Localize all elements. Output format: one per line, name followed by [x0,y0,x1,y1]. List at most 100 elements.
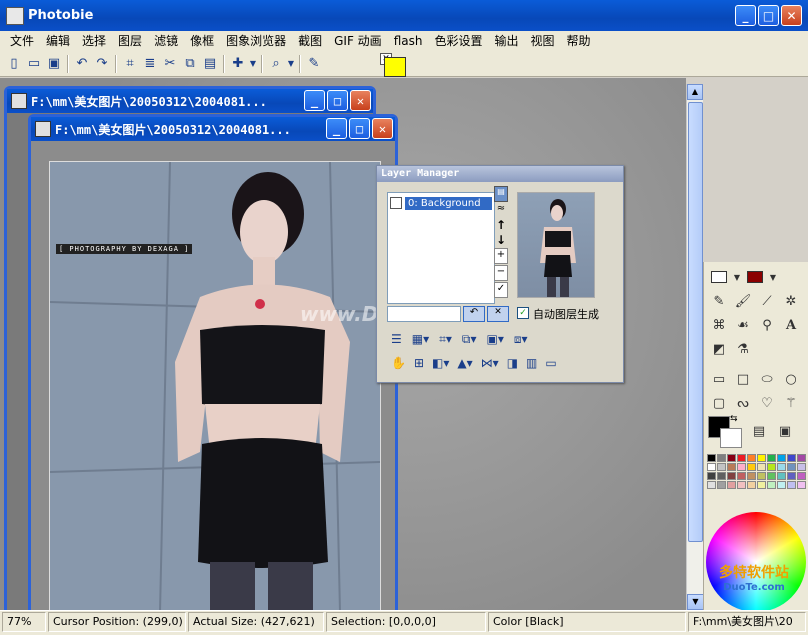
layer-image-icon[interactable]: ▤ [494,186,508,202]
hand-icon[interactable]: ✋ [391,356,406,370]
palette-swatch[interactable] [737,472,746,480]
palette-swatch[interactable] [797,454,806,462]
auto-layer-checkbox[interactable]: ✓ [517,307,529,319]
palette-swatch[interactable] [727,463,736,471]
palette-swatch[interactable] [777,472,786,480]
palette-swatch[interactable] [717,481,726,489]
scroll-down-button[interactable]: ▼ [687,594,704,610]
palette-swatch[interactable] [707,454,716,462]
group-icon[interactable]: ⧈▾ [514,332,528,347]
export-icon[interactable]: ▥ [526,356,537,370]
close-button[interactable]: ✕ [781,5,802,26]
layer-list[interactable]: 0: Background [387,192,495,304]
color-layer-icon[interactable]: ◧▾ [432,356,449,370]
ellipse-select-icon[interactable]: ⬭ [756,368,778,390]
menu-item[interactable]: 图层 [112,31,148,51]
primary-swatch[interactable] [744,266,766,288]
gradient-icon[interactable]: ◩ [708,338,730,360]
flip-icon[interactable]: ⋈▾ [481,356,499,370]
doc-minimize-button[interactable]: _ [326,118,347,139]
menu-item[interactable]: 视图 [525,31,561,51]
square-select-icon[interactable]: □ [732,368,754,390]
paste-icon[interactable]: ▤ [200,54,220,74]
shape-icon[interactable]: ▲▾ [457,356,472,370]
pipette-icon[interactable]: ⟋ [756,290,778,312]
smudge-icon[interactable]: ☙ [732,314,754,336]
palette-swatch[interactable] [717,454,726,462]
palette-swatch[interactable] [757,481,766,489]
doc-maximize-button[interactable]: □ [349,118,370,139]
image-canvas[interactable]: [ PHOTOGRAPHY BY DEXAGA ] www.DuoTe.com [49,161,381,613]
menu-item[interactable]: 像框 [184,31,220,51]
maximize-button[interactable]: □ [758,5,779,26]
opacity-field[interactable] [387,306,461,322]
palette-swatch[interactable] [727,472,736,480]
menu-item[interactable]: 输出 [488,31,524,51]
palette-swatch[interactable] [757,472,766,480]
cut-icon[interactable]: ✂ [160,54,180,74]
edit-icon[interactable]: ✎ [304,54,324,74]
pencil-icon[interactable]: ✎ [708,290,730,312]
palette-swatch[interactable] [747,472,756,480]
layer-blend-icon[interactable]: ≈ [494,203,508,217]
channel-icon[interactable]: ▦▾ [412,332,429,347]
palette-swatch[interactable] [767,463,776,471]
palette-swatch[interactable] [727,481,736,489]
new-icon[interactable]: ▯ [4,54,24,74]
open-icon[interactable]: ▭ [24,54,44,74]
redo-icon[interactable]: ↷ [92,54,112,74]
palette-open-icon[interactable]: ▤ [748,420,770,442]
merge-down-icon[interactable]: ◨ [507,356,518,370]
palette-swatch[interactable] [707,463,716,471]
layer-apply-icon[interactable]: ✓ [494,282,508,298]
dropdown-arrow-icon[interactable]: ▼ [286,54,296,74]
stamp-icon[interactable]: ⌘ [708,314,730,336]
palette-swatch[interactable] [787,454,796,462]
add-icon[interactable]: ✚ [228,54,248,74]
palette-swatch[interactable] [777,481,786,489]
save-icon[interactable]: ▣ [44,54,64,74]
layer-merge-button[interactable]: ✕ [487,306,509,322]
palette-swatch[interactable] [717,472,726,480]
layer-item[interactable]: 0: Background [390,195,492,211]
background-color[interactable] [720,428,742,448]
palette-swatch[interactable] [737,481,746,489]
palette-swatch[interactable] [747,463,756,471]
menu-item[interactable]: 帮助 [561,31,597,51]
menu-item[interactable]: 色彩设置 [428,31,488,51]
layer-mode-button[interactable]: ↶ [463,306,485,322]
palette-swatch[interactable] [737,454,746,462]
menu-item[interactable]: 编辑 [40,31,76,51]
dropdown-arrow-icon[interactable]: ▼ [768,266,778,288]
palette-swatch[interactable] [777,463,786,471]
doc-close-button[interactable]: ✕ [372,118,393,139]
document-titlebar[interactable]: F:\mm\美女图片\20050312\2004081... _ □ ✕ [7,89,373,113]
palette-swatch[interactable] [787,481,796,489]
brush-icon[interactable]: 🖌 [732,290,754,312]
doc-close-button[interactable]: ✕ [350,90,371,111]
layer-props-icon[interactable]: ▣▾ [487,332,504,347]
palette-swatch[interactable] [797,463,806,471]
zoom-icon[interactable]: ⌕ [266,54,286,74]
layer-visibility-checkbox[interactable] [390,197,402,209]
palette-swatch[interactable] [767,454,776,462]
doc-minimize-button[interactable]: _ [304,90,325,111]
circle-select-icon[interactable]: ○ [780,368,802,390]
scroll-thumb[interactable] [688,102,703,542]
text-tool-icon[interactable]: A [780,314,802,336]
palette-swatch[interactable] [797,472,806,480]
heart-icon[interactable]: ♡ [756,392,778,414]
background-swatch[interactable] [708,266,730,288]
palette-swatch[interactable] [707,481,716,489]
color-palette[interactable] [707,454,807,489]
menu-item[interactable]: 图象浏览器 [220,31,292,51]
layer-manager-panel[interactable]: Layer Manager 0: Background ▤ ≈ ↑ ↓ + − … [376,165,624,383]
palette-swatch[interactable] [727,454,736,462]
rect-select-icon[interactable]: ▭ [708,368,730,390]
dropdown-arrow-icon[interactable]: ▼ [248,54,258,74]
palette-save-icon[interactable]: ▣ [774,420,796,442]
copy-icon[interactable]: ⧉ [180,54,200,74]
eyedropper-icon[interactable]: ⚗ [732,338,754,360]
menu-item[interactable]: flash [388,31,429,51]
menu-item[interactable]: GIF 动画 [328,31,388,51]
